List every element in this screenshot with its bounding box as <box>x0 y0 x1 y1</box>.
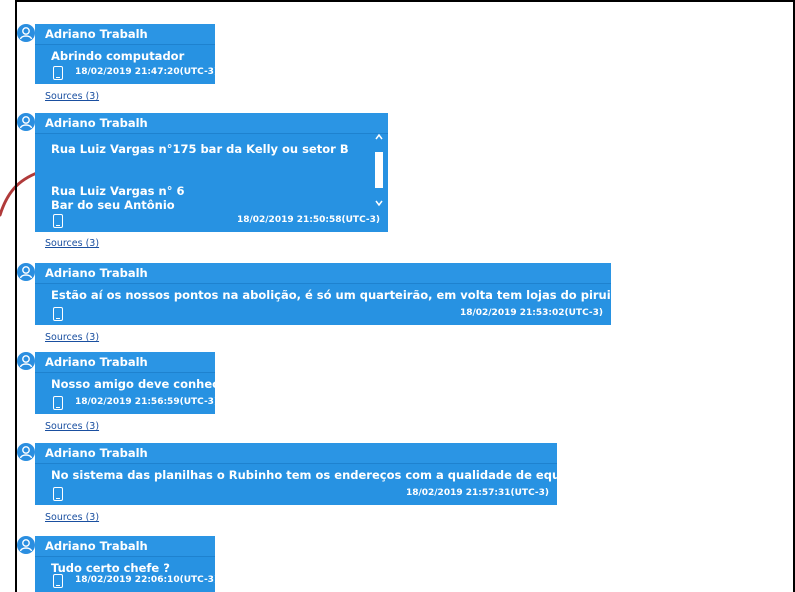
message-sender: Adriano Trabalh <box>35 263 611 284</box>
message-footer: 18/02/2019 21:47:20(UTC-3) <box>35 62 219 84</box>
message-sender: Adriano Trabalh <box>35 536 215 557</box>
sources-link[interactable]: Sources (3) <box>45 332 99 343</box>
message-bubble: Adriano Trabalh Tudo certo chefe ? 18/02… <box>35 536 219 592</box>
sources-link[interactable]: Sources (3) <box>45 238 99 249</box>
message-text: Abrindo computador <box>51 49 185 63</box>
user-avatar-icon <box>17 352 35 370</box>
message-text: Rua Luiz Vargas n°175 bar da Kelly ou se… <box>51 142 349 156</box>
message-text: Estão aí os nossos pontos na abolição, é… <box>51 288 611 302</box>
message-text: Nosso amigo deve conhecer <box>51 377 215 391</box>
message-sender: Adriano Trabalh <box>35 352 215 373</box>
message-sender: Adriano Trabalh <box>35 24 215 45</box>
phone-icon <box>53 396 63 410</box>
user-avatar-icon <box>17 443 35 461</box>
user-avatar-icon <box>17 536 35 554</box>
sources-link[interactable]: Sources (3) <box>45 421 99 432</box>
sources-link[interactable]: Sources (3) <box>45 91 99 102</box>
message-bubble: Adriano Trabalh Abrindo computador 18/02… <box>35 24 219 84</box>
phone-icon <box>53 66 63 80</box>
message-footer: 18/02/2019 21:53:02(UTC-3) <box>35 303 611 325</box>
message-text: No sistema das planilhas o Rubinho tem o… <box>51 468 557 482</box>
message-text <box>35 156 388 170</box>
message-scroll-area[interactable]: Rua Luiz Vargas n°175 bar da Kelly ou se… <box>35 134 388 212</box>
message-sender: Adriano Trabalh <box>35 443 557 464</box>
phone-icon <box>53 574 63 588</box>
scrollbar-thumb[interactable] <box>375 152 383 188</box>
message-bubble: Adriano Trabalh Nosso amigo deve conhece… <box>35 352 219 414</box>
phone-icon <box>53 487 63 501</box>
message-bubble: Adriano Trabalh Rua Luiz Vargas n°175 ba… <box>35 113 388 232</box>
user-avatar-icon <box>17 263 35 281</box>
chevron-down-icon[interactable] <box>375 199 383 207</box>
message-timestamp: 18/02/2019 21:47:20(UTC-3) <box>75 67 219 77</box>
message-footer: 18/02/2019 21:57:31(UTC-3) <box>35 483 557 505</box>
chat-window: Adriano Trabalh Abrindo computador 18/02… <box>0 0 795 592</box>
message-text <box>35 170 388 184</box>
message-timestamp: 18/02/2019 21:53:02(UTC-3) <box>459 308 603 318</box>
message-timestamp: 18/02/2019 21:56:59(UTC-3) <box>75 397 219 407</box>
message-footer: 18/02/2019 21:50:58(UTC-3) <box>35 210 388 232</box>
phone-icon <box>53 307 63 321</box>
chevron-up-icon[interactable] <box>375 133 383 141</box>
message-timestamp: 18/02/2019 21:50:58(UTC-3) <box>236 215 380 225</box>
phone-icon <box>53 214 63 228</box>
message-timestamp: 18/02/2019 21:57:31(UTC-3) <box>405 488 549 498</box>
message-timestamp: 18/02/2019 22:06:10(UTC-3) <box>75 575 219 585</box>
user-avatar-icon <box>17 113 35 131</box>
message-scrollbar[interactable] <box>374 133 384 207</box>
sources-link[interactable]: Sources (3) <box>45 512 99 523</box>
message-text: Rua Luiz Vargas n° 6 <box>51 184 185 198</box>
message-footer: 18/02/2019 22:06:10(UTC-3) <box>35 570 219 592</box>
message-sender: Adriano Trabalh <box>35 113 388 134</box>
message-footer: 18/02/2019 21:56:59(UTC-3) <box>35 392 219 414</box>
message-bubble: Adriano Trabalh No sistema das planilhas… <box>35 443 557 505</box>
user-avatar-icon <box>17 24 35 42</box>
message-bubble: Adriano Trabalh Estão aí os nossos ponto… <box>35 263 611 325</box>
